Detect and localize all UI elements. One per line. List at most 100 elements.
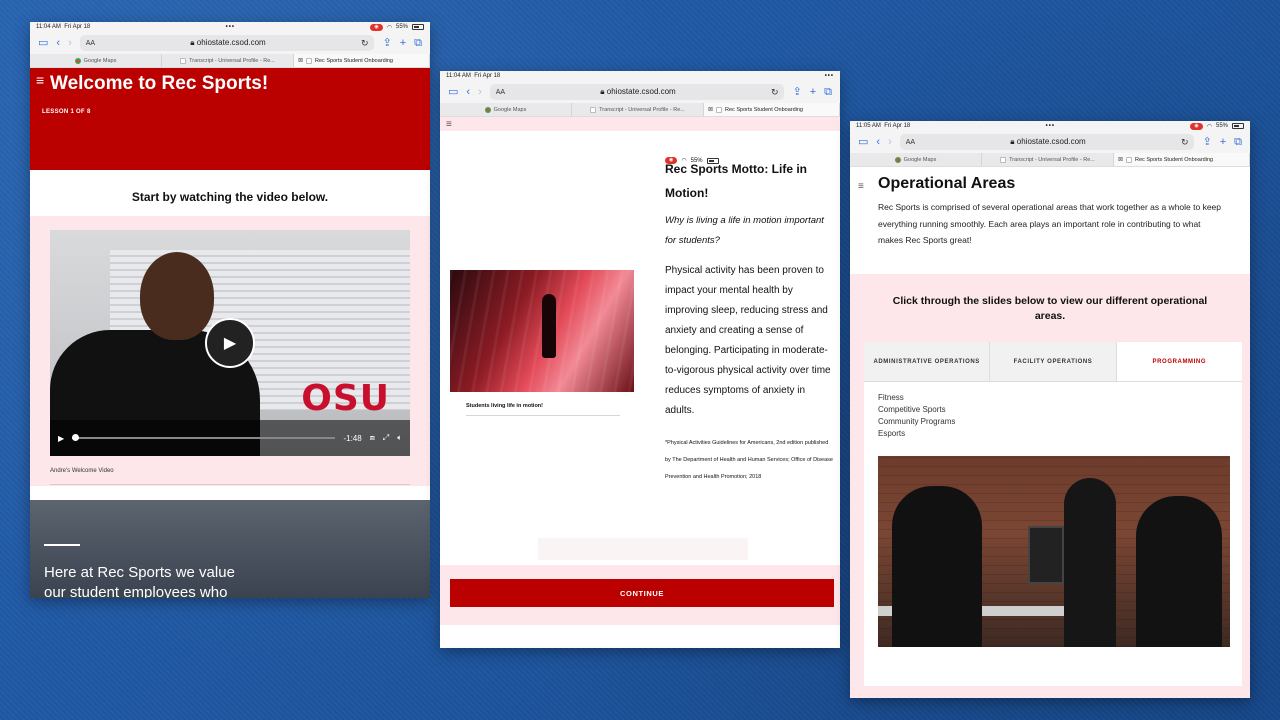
play-small-icon[interactable]: ▶ xyxy=(58,434,64,443)
tab-label: Google Maps xyxy=(493,106,527,113)
menu-icon[interactable]: ≡ xyxy=(858,181,864,192)
sidebar-icon[interactable]: ▭ xyxy=(448,86,458,98)
status-bar: 11:05 AM Fri Apr 18 ••• ◉ ◠ 55% xyxy=(850,121,1250,131)
play-icon[interactable]: ▶ xyxy=(205,318,255,368)
list-item: Fitness xyxy=(878,393,904,402)
list-item: Esports xyxy=(878,429,906,438)
screenshot-welcome-lesson: 11:04 AM Fri Apr 18 ••• ◉ ◠ 55% ▭ ‹ › AA 🔒… xyxy=(30,22,430,598)
url-text: ohiostate.csod.com xyxy=(606,87,676,96)
tab-google-maps[interactable]: Google Maps xyxy=(440,103,572,116)
share-icon[interactable]: ⇪ xyxy=(792,86,801,98)
tab-transcript[interactable]: Transcript - Universal Profile - Re... xyxy=(162,54,294,67)
list-item: Community Programs xyxy=(878,417,956,426)
forward-icon[interactable]: › xyxy=(478,86,482,98)
close-tab-icon[interactable]: ⊠ xyxy=(1118,156,1123,163)
photo-caption: Students living life in motion! xyxy=(466,403,620,416)
safari-toolbar: ▭ ‹ › AA 🔒︎ ohiostate.csod.com ↻ ⇪ + ⧉ xyxy=(850,131,1250,153)
motto-footnote: *Physical Activities Guidelines for Amer… xyxy=(665,440,833,480)
battery-icon xyxy=(1232,123,1244,129)
page-favicon-icon xyxy=(716,106,723,113)
motto-paragraph: Physical activity has been proven to imp… xyxy=(665,265,831,416)
share-icon[interactable]: ⇪ xyxy=(1202,136,1211,148)
tab-google-maps[interactable]: Google Maps xyxy=(30,54,162,67)
tab-google-maps[interactable]: Google Maps xyxy=(850,153,982,166)
close-tab-icon[interactable]: ⊠ xyxy=(708,106,713,113)
photo-monitor xyxy=(1028,526,1064,584)
video-controls: ▶ -1:48 ⧈ ⤢ 🔈︎ xyxy=(50,420,410,456)
screen-record-icon: ◉ xyxy=(370,23,383,31)
welcome-video-player[interactable]: OSU ▶ ▶ -1:48 ⧈ ⤢ 🔈︎ xyxy=(50,230,410,456)
battery-percent: 55% xyxy=(1215,123,1228,129)
page-favicon-icon xyxy=(1000,156,1007,163)
menu-icon[interactable]: ≡ xyxy=(446,119,452,130)
menu-icon[interactable]: ≡ xyxy=(36,72,44,88)
tabs-overview-icon[interactable]: ⧉ xyxy=(824,86,832,98)
page-top-strip: ≡ xyxy=(440,117,840,131)
forward-icon[interactable]: › xyxy=(888,136,892,148)
address-bar[interactable]: AA 🔒︎ ohiostate.csod.com ↻ xyxy=(79,35,375,51)
tab-rec-sports[interactable]: ⊠ Rec Sports Student Onboarding xyxy=(704,103,840,116)
share-icon[interactable]: ⇪ xyxy=(382,37,391,49)
address-bar[interactable]: AA 🔒︎ ohiostate.csod.com ↻ xyxy=(489,84,785,100)
reader-aa-button[interactable]: AA xyxy=(906,139,915,146)
multitask-dots-icon[interactable]: ••• xyxy=(1046,123,1055,129)
photo-person-standing xyxy=(1064,478,1116,647)
tab-transcript[interactable]: Transcript - Universal Profile - Re... xyxy=(572,103,704,116)
value-banner: Here at Rec Sports we value our student … xyxy=(30,500,430,598)
lesson-counter: LESSON 1 OF 8 xyxy=(42,109,91,115)
pip-icon[interactable]: ⧈ xyxy=(370,433,375,443)
url-text: ohiostate.csod.com xyxy=(1016,137,1086,146)
slides-panel: ADMINISTRATIVE OPERATIONS FACILITY OPERA… xyxy=(864,342,1242,686)
back-icon[interactable]: ‹ xyxy=(56,37,60,49)
screenshot-motto-lesson: 11:04 AM Fri Apr 18 ••• ◉ ◠ 55% ▭ ‹ › AA 🔒… xyxy=(440,71,840,648)
new-tab-icon[interactable]: + xyxy=(1220,136,1226,148)
back-icon[interactable]: ‹ xyxy=(876,136,880,148)
video-scrubber[interactable] xyxy=(72,434,336,441)
address-bar[interactable]: AA 🔒︎ ohiostate.csod.com ↻ xyxy=(899,134,1195,150)
reader-aa-button[interactable]: AA xyxy=(86,40,95,47)
tab-transcript[interactable]: Transcript - Universal Profile - Re... xyxy=(982,153,1114,166)
close-tab-icon[interactable]: ⊠ xyxy=(298,57,303,64)
reload-icon[interactable]: ↻ xyxy=(1181,137,1189,148)
tabs-overview-icon[interactable]: ⧉ xyxy=(1234,136,1242,148)
tab-rec-sports[interactable]: ⊠ Rec Sports Student Onboarding xyxy=(294,54,430,67)
sidebar-icon[interactable]: ▭ xyxy=(858,136,868,148)
motto-text-column: Rec Sports Motto: Life in Motion! Why is… xyxy=(665,157,833,486)
tabs-overview-icon[interactable]: ⧉ xyxy=(414,37,422,49)
reader-aa-button[interactable]: AA xyxy=(496,89,505,96)
maps-favicon-icon xyxy=(894,156,901,163)
tab-label: Rec Sports Student Onboarding xyxy=(725,106,803,113)
continue-button[interactable]: CONTINUE xyxy=(450,579,834,607)
back-icon[interactable]: ‹ xyxy=(466,86,470,98)
battery-icon xyxy=(412,24,424,30)
new-tab-icon[interactable]: + xyxy=(810,86,816,98)
multitask-dots-icon[interactable]: ••• xyxy=(825,73,834,79)
page-favicon-icon xyxy=(590,106,597,113)
reload-icon[interactable]: ↻ xyxy=(361,38,369,49)
tab-label: Transcript - Universal Profile - Re... xyxy=(1009,156,1095,163)
scrubber-knob[interactable] xyxy=(72,434,80,441)
sidebar-icon[interactable]: ▭ xyxy=(38,37,48,49)
lock-icon: 🔒︎ xyxy=(190,38,195,47)
screenshot-operational-areas: 11:05 AM Fri Apr 18 ••• ◉ ◠ 55% ▭ ‹ › AA 🔒… xyxy=(850,121,1250,698)
multitask-dots-icon[interactable]: ••• xyxy=(226,24,235,30)
tab-rec-sports[interactable]: ⊠ Rec Sports Student Onboarding xyxy=(1114,153,1250,166)
tab-facility-operations[interactable]: FACILITY OPERATIONS xyxy=(990,342,1117,381)
tab-label: Google Maps xyxy=(83,57,117,64)
safari-toolbar: ▭ ‹ › AA 🔒︎ ohiostate.csod.com ↻ ⇪ + ⧉ xyxy=(440,81,840,103)
tab-strip: Google Maps Transcript - Universal Profi… xyxy=(30,54,430,68)
new-tab-icon[interactable]: + xyxy=(400,37,406,49)
banner-accent-bar xyxy=(44,544,80,546)
operational-intro: Operational Areas Rec Sports is comprise… xyxy=(850,175,1250,249)
volume-icon[interactable]: 🔈︎ xyxy=(397,433,402,443)
intro-text: Start by watching the video below. xyxy=(30,178,430,216)
safari-toolbar: ▭ ‹ › AA 🔒︎ ohiostate.csod.com ↻ ⇪ + ⧉ xyxy=(30,32,430,54)
banner-text-line-1: Here at Rec Sports we value xyxy=(44,564,235,581)
forward-icon[interactable]: › xyxy=(68,37,72,49)
tab-administrative-operations[interactable]: ADMINISTRATIVE OPERATIONS xyxy=(864,342,991,381)
reload-icon[interactable]: ↻ xyxy=(771,87,779,98)
status-time: 11:04 AM xyxy=(446,73,471,79)
fullscreen-icon[interactable]: ⤢ xyxy=(383,433,389,443)
video-block: OSU ▶ ▶ -1:48 ⧈ ⤢ 🔈︎ Andre's Welcome Vid… xyxy=(30,216,430,486)
tab-programming[interactable]: PROGRAMMING xyxy=(1116,342,1242,381)
